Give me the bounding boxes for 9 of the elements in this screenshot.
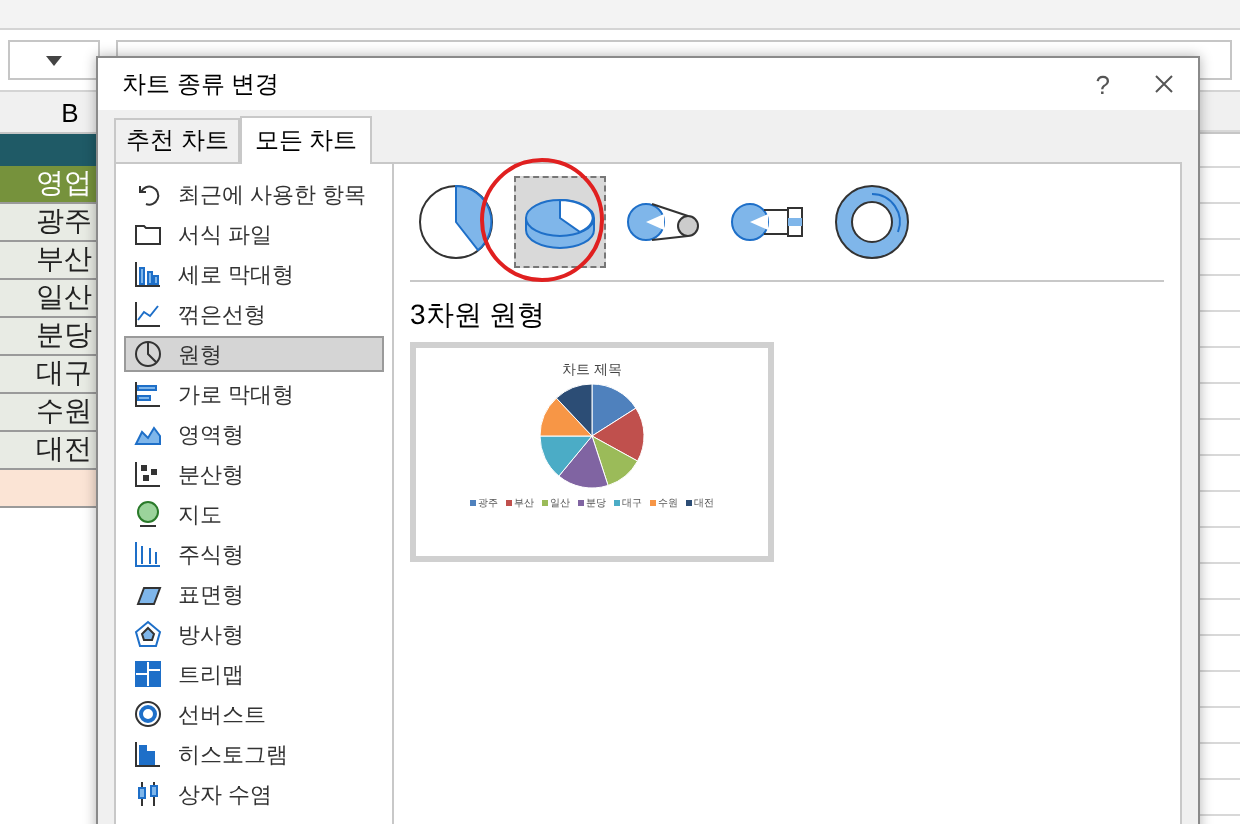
table-cell: 영업 [0, 166, 96, 204]
subtype-title: 3차원 원형 [410, 298, 548, 334]
table-cell: 광주 [0, 204, 96, 242]
table-cell: 수원 [0, 394, 96, 432]
table-cell: 대전 [0, 432, 96, 470]
table-cell: 대구 [0, 356, 96, 394]
table-cell: 일산 [0, 280, 96, 318]
table-cell: 부산 [0, 242, 96, 280]
table-cell: 분당 [0, 318, 96, 356]
